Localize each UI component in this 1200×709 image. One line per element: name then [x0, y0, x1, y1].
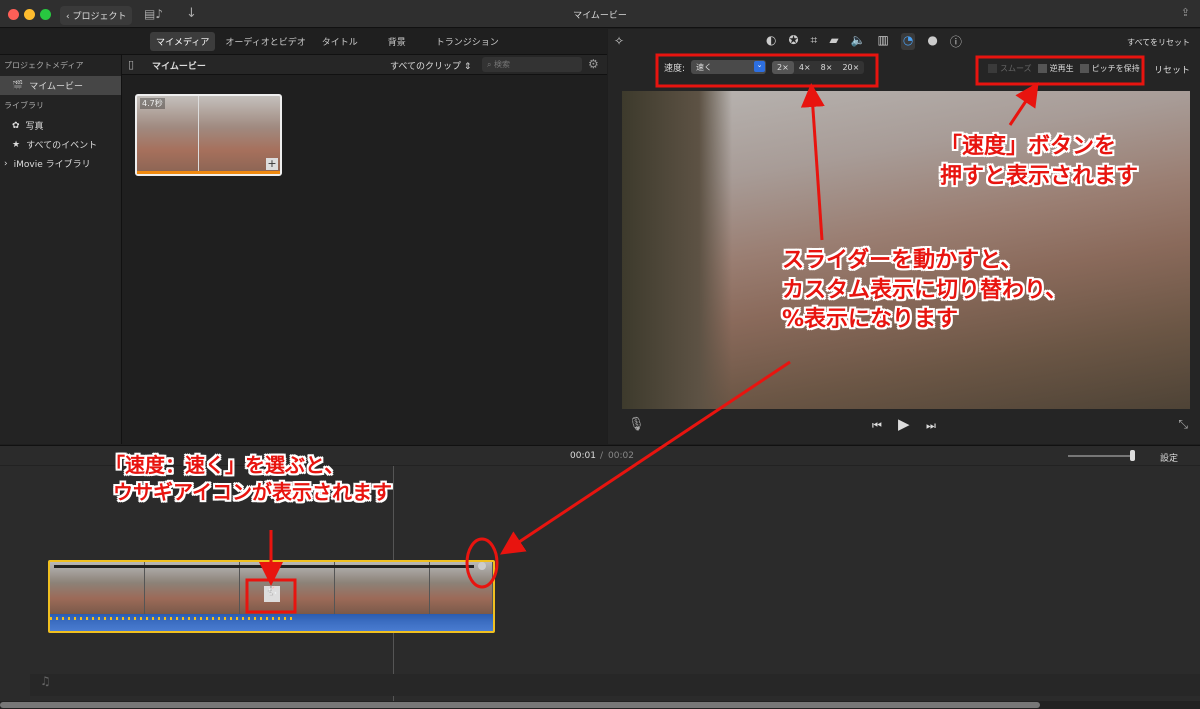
arrow-to-speed-handle: [500, 360, 791, 555]
arrow-to-speed-controls: [800, 83, 825, 241]
annotation-line: 「速度」ボタンを: [940, 134, 1117, 159]
rabbit-icon-highlight: [245, 578, 297, 614]
annotation-line: 押すと表示されます: [940, 163, 1139, 189]
annotation-line: カスタム表示に切り替わり、: [782, 277, 1068, 303]
annotation-rabbit: 「速度：速く」を選ぶと、 ウサギアイコンが表示されます: [105, 452, 392, 506]
arrow-to-speed-options: [1008, 82, 1039, 126]
annotation-line: %表示になります: [782, 307, 959, 333]
annotation-slider: スライダーを動かすと、 カスタム表示に切り替わり、 %表示になります: [782, 246, 1067, 335]
annotation-line: ウサギアイコンが表示されます: [113, 480, 392, 504]
speed-options-highlight: [975, 55, 1145, 86]
annotation-line: スライダーを動かすと、: [782, 248, 1023, 273]
annotation-speed-button: 「速度」ボタンを 押すと表示されます: [940, 132, 1138, 191]
annotation-line: 「速度：速く」を選ぶと、: [105, 453, 345, 477]
speed-controls-highlight: [655, 53, 879, 88]
annotation-overlay: [245, 53, 1145, 614]
speed-handle-highlight: [465, 537, 499, 589]
